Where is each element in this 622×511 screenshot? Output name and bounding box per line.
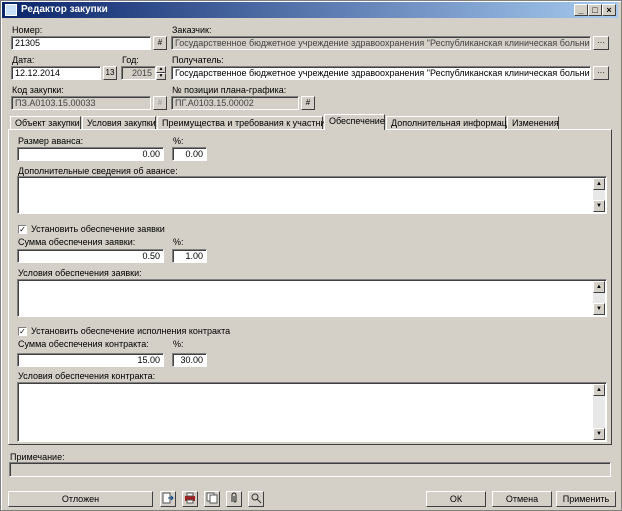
application-security-label: Установить обеспечение заявки [31, 224, 165, 234]
ok-button[interactable]: ОК [426, 491, 486, 507]
year-label: Год: [122, 55, 139, 65]
application-amount-label: Сумма обеспечения заявки: [18, 237, 136, 247]
plan-position-field[interactable]: ПГ.А0103.15.00002 [171, 96, 299, 110]
number-generate-button[interactable]: # [153, 36, 167, 50]
application-terms-scrollbar[interactable]: ▲ ▼ [593, 281, 605, 315]
tab-additional-info[interactable]: Дополнительная информация [386, 116, 517, 129]
customer-field[interactable]: Государственное бюджетное учреждение здр… [171, 36, 591, 50]
purchase-code-generate-button[interactable]: # [153, 96, 167, 110]
customer-label: Заказчик: [172, 25, 212, 35]
application-terms-label: Условия обеспечения заявки: [18, 268, 142, 278]
window-title: Редактор закупки [21, 4, 108, 15]
apply-button[interactable]: Применить [556, 491, 616, 507]
advance-info-textarea[interactable]: ▲ ▼ [17, 176, 607, 214]
year-field[interactable]: 2015 [121, 66, 156, 80]
advance-info-scrollbar[interactable]: ▲ ▼ [593, 178, 605, 212]
scroll-down-icon[interactable]: ▼ [593, 428, 605, 440]
export-icon[interactable] [160, 491, 176, 507]
purchase-code-field[interactable]: ПЗ.А0103.15.00033 [11, 96, 151, 110]
application-security-checkbox[interactable]: ✓ [18, 225, 27, 234]
tab-purchase-object[interactable]: Объект закупки [10, 116, 81, 129]
scroll-down-icon[interactable]: ▼ [593, 200, 605, 212]
attach-icon[interactable] [226, 491, 242, 507]
application-pct-field[interactable]: 1.00 [172, 249, 207, 263]
title-bar: Редактор закупки _ □ × [2, 2, 618, 18]
contract-pct-field[interactable]: 30.00 [172, 353, 207, 367]
purchase-code-label: Код закупки: [12, 85, 64, 95]
date-field[interactable]: 12.12.2014 [11, 66, 101, 80]
contract-pct-label: %: [173, 339, 184, 349]
year-up-icon[interactable]: ▲ [156, 66, 166, 73]
scroll-up-icon[interactable]: ▲ [593, 281, 605, 293]
cancel-button[interactable]: Отмена [492, 491, 552, 507]
recipient-select-button[interactable]: ··· [593, 66, 609, 80]
calendar-icon[interactable]: 13 [103, 66, 117, 80]
advance-size-label: Размер аванса: [18, 136, 84, 146]
postponed-button[interactable]: Отложен [8, 491, 153, 507]
tab-changes[interactable]: Изменения [507, 116, 559, 129]
contract-security-label: Установить обеспечение исполнения контра… [31, 326, 231, 336]
contract-terms-textarea[interactable]: ▲ ▼ [17, 382, 607, 442]
contract-terms-scrollbar[interactable]: ▲ ▼ [593, 384, 605, 440]
application-amount-field[interactable]: 0.50 [17, 249, 164, 263]
tab-security[interactable]: Обеспечение [324, 114, 385, 130]
search-icon[interactable] [248, 491, 264, 507]
scroll-down-icon[interactable]: ▼ [593, 303, 605, 315]
print-icon[interactable] [182, 491, 198, 507]
contract-terms-label: Условия обеспечения контракта: [18, 371, 156, 381]
advance-size-field[interactable]: 0.00 [17, 147, 164, 161]
advance-pct-label: %: [173, 136, 184, 146]
advance-pct-field[interactable]: 0.00 [172, 147, 207, 161]
contract-amount-label: Сумма обеспечения контракта: [18, 339, 149, 349]
recipient-label: Получатель: [172, 55, 224, 65]
close-button[interactable]: × [602, 4, 616, 16]
scroll-up-icon[interactable]: ▲ [593, 178, 605, 190]
number-label: Номер: [12, 25, 43, 35]
minimize-button[interactable]: _ [574, 4, 588, 16]
date-label: Дата: [12, 55, 35, 65]
plan-position-generate-button[interactable]: # [301, 96, 315, 110]
copy-icon[interactable] [204, 491, 220, 507]
plan-position-label: № позиции плана-графика: [172, 85, 287, 95]
note-field[interactable] [9, 462, 611, 477]
scroll-up-icon[interactable]: ▲ [593, 384, 605, 396]
maximize-button[interactable]: □ [588, 4, 602, 16]
contract-amount-field[interactable]: 15.00 [17, 353, 164, 367]
tab-purchase-terms[interactable]: Условия закупки [82, 116, 156, 129]
year-down-icon[interactable]: ▼ [156, 73, 166, 80]
customer-select-button[interactable]: ··· [593, 36, 609, 50]
advance-info-label: Дополнительные сведения об авансе: [18, 166, 178, 176]
application-terms-textarea[interactable]: ▲ ▼ [17, 279, 607, 317]
tab-requirements[interactable]: Преимущества и требования к участнику [157, 116, 334, 129]
app-icon [5, 4, 17, 16]
contract-security-checkbox[interactable]: ✓ [18, 327, 27, 336]
note-label: Примечание: [10, 452, 65, 462]
application-pct-label: %: [173, 237, 184, 247]
recipient-field[interactable]: Государственное бюджетное учреждение здр… [171, 66, 591, 80]
number-field[interactable]: 21305 [11, 36, 151, 50]
